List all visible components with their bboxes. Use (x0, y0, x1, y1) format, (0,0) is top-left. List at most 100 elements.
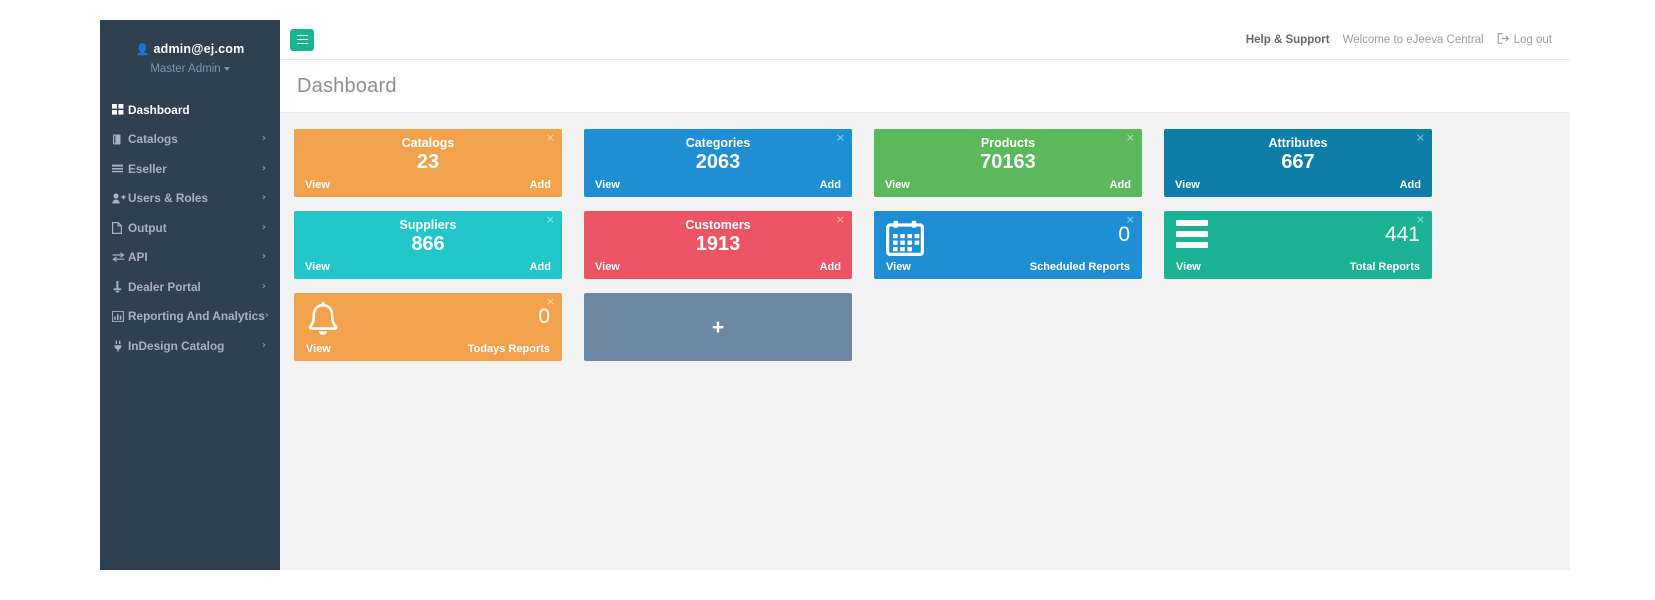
chevron-right-icon: › (261, 339, 266, 351)
page-header: Dashboard (280, 60, 1570, 113)
help-support-link[interactable]: Help & Support (1246, 34, 1330, 46)
close-icon[interactable]: × (836, 214, 845, 225)
tile-label: Todays Reports (467, 343, 550, 355)
user-icon: 👤 (135, 44, 150, 56)
sidebar-item-label: Dealer Portal (128, 279, 201, 294)
chevron-right-icon: › (261, 192, 266, 204)
tile-actions: View Add (305, 179, 551, 191)
close-icon[interactable]: × (546, 132, 555, 143)
sidebar-item-label: InDesign Catalog (128, 338, 225, 353)
close-icon[interactable]: × (546, 214, 555, 225)
tile-row-3: × 0 View Todays Reports + (294, 293, 1558, 361)
book-icon (112, 134, 128, 145)
tile-view-link[interactable]: View (886, 261, 911, 273)
tile-count: 0 (1118, 223, 1130, 246)
profile-email: admin@ej.com (153, 42, 245, 56)
tile-view-link[interactable]: View (885, 179, 910, 191)
topbar-right-group: Help & Support Welcome to eJeeva Central… (1246, 32, 1552, 47)
tile-scheduled-reports[interactable]: × 0 View Scheduled Reports (874, 211, 1142, 279)
add-tile-button[interactable]: + (584, 293, 852, 361)
sidebar-profile[interactable]: 👤 admin@ej.com Master Admin (100, 20, 280, 95)
sidebar-item-dashboard[interactable]: Dashboard (100, 95, 280, 125)
sidebar: 👤 admin@ej.com Master Admin Dashboard Ca… (100, 20, 280, 570)
tile-add-link[interactable]: Add (820, 179, 841, 191)
profile-role-label: Master Admin (150, 63, 221, 75)
tile-title: Categories (685, 136, 751, 150)
tile-customers[interactable]: × Customers 1913 View Add (584, 211, 852, 279)
app-frame: 👤 admin@ej.com Master Admin Dashboard Ca… (100, 20, 1570, 570)
tile-total-reports[interactable]: × 441 View Total Reports (1164, 211, 1432, 279)
close-icon[interactable]: × (1416, 132, 1425, 143)
anchor-icon (112, 280, 128, 293)
bar-chart-icon (112, 310, 128, 322)
welcome-text: Welcome to eJeeva Central (1342, 33, 1484, 46)
sidebar-item-output[interactable]: Output › (100, 213, 280, 243)
bell-icon (306, 302, 340, 343)
plug-icon (112, 340, 128, 352)
logout-link[interactable]: Log out (1497, 32, 1552, 47)
tile-label: Total Reports (1349, 261, 1420, 273)
tile-view-link[interactable]: View (595, 261, 620, 273)
tile-count: 866 (411, 233, 445, 255)
tile-title: Catalogs (401, 136, 455, 150)
profile-role-row[interactable]: Master Admin (110, 63, 270, 75)
sidebar-item-indesign-catalog[interactable]: InDesign Catalog › (100, 331, 280, 361)
tile-add-link[interactable]: Add (530, 179, 551, 191)
tile-todays-reports[interactable]: × 0 View Todays Reports (294, 293, 562, 361)
tile-view-link[interactable]: View (306, 343, 331, 355)
sidebar-item-api[interactable]: API › (100, 243, 280, 273)
tile-actions: View Add (1175, 179, 1421, 191)
close-icon[interactable]: × (1126, 132, 1135, 143)
sidebar-item-label: Eseller (128, 161, 167, 176)
bars-icon (1176, 220, 1208, 253)
topbar: Help & Support Welcome to eJeeva Central… (280, 20, 1570, 60)
sidebar-item-catalogs[interactable]: Catalogs › (100, 125, 280, 155)
profile-email-row: 👤 admin@ej.com (110, 42, 270, 56)
tile-count: 0 (538, 305, 550, 328)
close-icon[interactable]: × (836, 132, 845, 143)
tile-row-2: × Suppliers 866 View Add × Customers 191… (294, 211, 1558, 279)
tile-add-link[interactable]: Add (530, 261, 551, 273)
tile-suppliers[interactable]: × Suppliers 866 View Add (294, 211, 562, 279)
sidebar-item-dealer-portal[interactable]: Dealer Portal › (100, 272, 280, 302)
tile-title: Customers (685, 218, 751, 232)
tile-categories[interactable]: × Categories 2063 View Add (584, 129, 852, 197)
tile-count: 1913 (695, 233, 741, 255)
chevron-right-icon: › (264, 310, 269, 322)
chevron-right-icon: › (261, 221, 266, 233)
sidebar-item-label: Users & Roles (128, 191, 208, 206)
sidebar-item-label: Reporting And Analytics (128, 309, 265, 324)
tile-add-link[interactable]: Add (820, 261, 841, 273)
tile-view-link[interactable]: View (1176, 261, 1201, 273)
tile-title: Products (980, 136, 1036, 150)
hamburger-icon[interactable] (290, 28, 314, 51)
tile-row-1: × Catalogs 23 View Add × Categories 2063 (294, 129, 1558, 197)
sidebar-item-label: Catalogs (128, 132, 178, 147)
main-content: Help & Support Welcome to eJeeva Central… (280, 20, 1570, 570)
calendar-icon (886, 220, 924, 261)
sidebar-nav: Dashboard Catalogs › Eseller › Users & R… (100, 95, 280, 361)
sidebar-item-label: API (128, 250, 148, 265)
tile-view-link[interactable]: View (305, 261, 330, 273)
sidebar-item-eseller[interactable]: Eseller › (100, 154, 280, 184)
chevron-down-icon (223, 66, 230, 71)
sign-out-icon (1497, 32, 1509, 47)
tile-view-link[interactable]: View (595, 179, 620, 191)
tile-actions: View Add (595, 179, 841, 191)
sidebar-item-reporting-analytics[interactable]: Reporting And Analytics › (100, 302, 280, 332)
tile-products[interactable]: × Products 70163 View Add (874, 129, 1142, 197)
tile-title: Suppliers (399, 218, 457, 232)
tile-catalogs[interactable]: × Catalogs 23 View Add (294, 129, 562, 197)
sidebar-item-users-roles[interactable]: Users & Roles › (100, 184, 280, 214)
tile-actions: View Add (885, 179, 1131, 191)
tile-attributes[interactable]: × Attributes 667 View Add (1164, 129, 1432, 197)
tile-count: 667 (1281, 151, 1315, 173)
tile-add-link[interactable]: Add (1110, 179, 1131, 191)
grid-icon (112, 104, 128, 115)
tile-view-link[interactable]: View (1175, 179, 1200, 191)
chevron-right-icon: › (261, 162, 266, 174)
tile-view-link[interactable]: View (305, 179, 330, 191)
tile-add-link[interactable]: Add (1400, 179, 1421, 191)
tile-count: 23 (416, 151, 440, 173)
chevron-right-icon: › (261, 251, 266, 263)
